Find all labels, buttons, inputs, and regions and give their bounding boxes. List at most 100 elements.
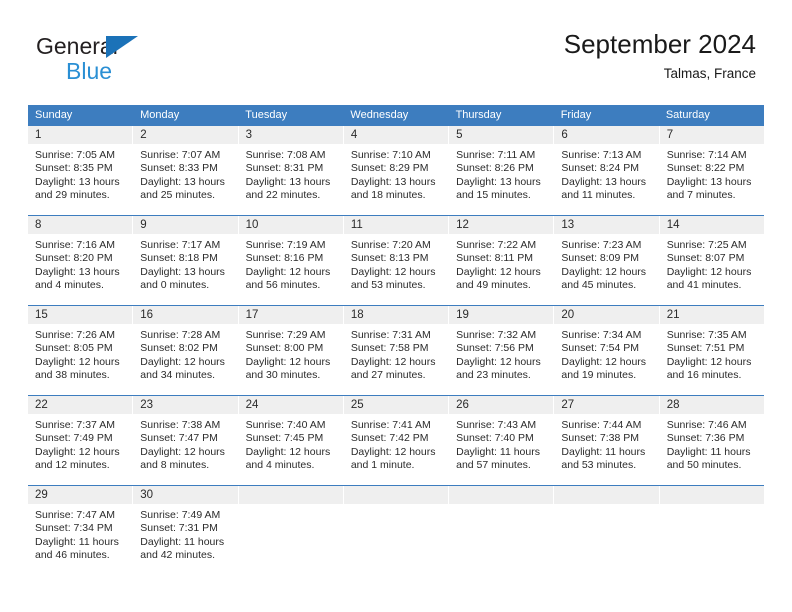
day-number[interactable]: 29	[28, 486, 132, 504]
day-cell[interactable]: Sunrise: 7:26 AM Sunset: 8:05 PM Dayligh…	[28, 324, 132, 395]
sunrise-text: Sunrise: 7:49 AM	[140, 509, 221, 521]
sunset-text: Sunset: 8:29 PM	[350, 162, 429, 175]
day-cell[interactable]: Sunrise: 7:23 AM Sunset: 8:09 PM Dayligh…	[553, 234, 658, 305]
day-cell[interactable]: Sunrise: 7:13 AM Sunset: 8:24 PM Dayligh…	[553, 144, 658, 215]
day-number[interactable]: 22	[28, 396, 132, 414]
sunrise-text: Sunrise: 7:23 AM	[561, 239, 642, 251]
sunset-text: Sunset: 7:36 PM	[666, 432, 745, 445]
daylight-text-line1: Daylight: 11 hours	[140, 535, 225, 548]
day-number[interactable]: 6	[553, 126, 658, 144]
daylight-text-line1: Daylight: 12 hours	[350, 445, 436, 458]
sunset-text: Sunset: 7:45 PM	[245, 432, 324, 445]
daylight-text-line1: Daylight: 12 hours	[140, 355, 225, 368]
daylight-text-line2: and 57 minutes.	[456, 458, 531, 471]
week-daynumber-band: 8 9 10 11 12 13 14	[28, 216, 764, 234]
day-cell[interactable]: Sunrise: 7:41 AM Sunset: 7:42 PM Dayligh…	[342, 414, 448, 485]
sunset-text: Sunset: 8:20 PM	[35, 252, 113, 265]
daylight-text-line2: and 50 minutes.	[666, 458, 742, 471]
day-cell[interactable]: Sunrise: 7:47 AM Sunset: 7:34 PM Dayligh…	[28, 504, 132, 575]
day-number[interactable]: 3	[237, 126, 343, 144]
daylight-text-line2: and 16 minutes.	[666, 368, 742, 381]
day-number[interactable]: 7	[658, 126, 764, 144]
sunset-text: Sunset: 7:51 PM	[666, 342, 745, 355]
day-cell[interactable]: Sunrise: 7:17 AM Sunset: 8:18 PM Dayligh…	[132, 234, 237, 305]
day-number[interactable]: 20	[553, 306, 658, 324]
day-number[interactable]: 18	[342, 306, 448, 324]
daylight-text-line2: and 46 minutes.	[35, 548, 110, 561]
daylight-text-line2: and 18 minutes.	[350, 188, 426, 201]
sunset-text: Sunset: 7:58 PM	[350, 342, 429, 355]
sunset-text: Sunset: 8:02 PM	[140, 342, 218, 355]
day-number[interactable]: 23	[132, 396, 237, 414]
day-cell[interactable]: Sunrise: 7:07 AM Sunset: 8:33 PM Dayligh…	[132, 144, 237, 215]
sunrise-text: Sunrise: 7:43 AM	[456, 419, 537, 431]
day-cell[interactable]: Sunrise: 7:29 AM Sunset: 8:00 PM Dayligh…	[237, 324, 343, 395]
day-cell[interactable]: Sunrise: 7:46 AM Sunset: 7:36 PM Dayligh…	[658, 414, 764, 485]
daylight-text-line1: Daylight: 13 hours	[35, 175, 120, 188]
week-detail-band: Sunrise: 7:47 AM Sunset: 7:34 PM Dayligh…	[28, 504, 764, 575]
day-cell[interactable]: Sunrise: 7:37 AM Sunset: 7:49 PM Dayligh…	[28, 414, 132, 485]
daylight-text-line1: Daylight: 12 hours	[245, 265, 331, 278]
day-cell[interactable]: Sunrise: 7:40 AM Sunset: 7:45 PM Dayligh…	[237, 414, 343, 485]
day-number[interactable]: 16	[132, 306, 237, 324]
daylight-text-line1: Daylight: 12 hours	[245, 445, 331, 458]
day-cell[interactable]: Sunrise: 7:22 AM Sunset: 8:11 PM Dayligh…	[448, 234, 553, 305]
day-cell[interactable]: Sunrise: 7:16 AM Sunset: 8:20 PM Dayligh…	[28, 234, 132, 305]
day-number[interactable]: 4	[342, 126, 448, 144]
day-number[interactable]: 8	[28, 216, 132, 234]
day-number[interactable]: 28	[658, 396, 764, 414]
day-cell[interactable]: Sunrise: 7:20 AM Sunset: 8:13 PM Dayligh…	[342, 234, 448, 305]
day-cell[interactable]: Sunrise: 7:49 AM Sunset: 7:31 PM Dayligh…	[132, 504, 237, 575]
day-cell[interactable]: Sunrise: 7:28 AM Sunset: 8:02 PM Dayligh…	[132, 324, 237, 395]
day-cell[interactable]: Sunrise: 7:19 AM Sunset: 8:16 PM Dayligh…	[237, 234, 343, 305]
sunrise-text: Sunrise: 7:35 AM	[666, 329, 747, 341]
sunrise-text: Sunrise: 7:44 AM	[561, 419, 642, 431]
daylight-text-line1: Daylight: 11 hours	[666, 445, 751, 458]
day-number[interactable]: 21	[658, 306, 764, 324]
sunrise-text: Sunrise: 7:25 AM	[666, 239, 747, 251]
day-cell[interactable]: Sunrise: 7:08 AM Sunset: 8:31 PM Dayligh…	[237, 144, 343, 215]
daylight-text-line1: Daylight: 12 hours	[456, 355, 541, 368]
day-number[interactable]: 5	[448, 126, 553, 144]
week-daynumber-band: 29 30	[28, 486, 764, 504]
sunset-text: Sunset: 7:34 PM	[35, 522, 113, 535]
day-number[interactable]: 10	[237, 216, 343, 234]
day-cell[interactable]: Sunrise: 7:14 AM Sunset: 8:22 PM Dayligh…	[658, 144, 764, 215]
day-cell[interactable]: Sunrise: 7:35 AM Sunset: 7:51 PM Dayligh…	[658, 324, 764, 395]
daylight-text-line1: Daylight: 11 hours	[561, 445, 646, 458]
day-number[interactable]: 2	[132, 126, 237, 144]
day-cell[interactable]: Sunrise: 7:05 AM Sunset: 8:35 PM Dayligh…	[28, 144, 132, 215]
brand-logo[interactable]: General Blue	[36, 33, 266, 93]
day-cell[interactable]: Sunrise: 7:32 AM Sunset: 7:56 PM Dayligh…	[448, 324, 553, 395]
daylight-text-line1: Daylight: 12 hours	[245, 355, 331, 368]
day-number[interactable]: 19	[448, 306, 553, 324]
day-number[interactable]: 15	[28, 306, 132, 324]
day-number[interactable]: 13	[553, 216, 658, 234]
week-row: 8 9 10 11 12 13 14 Sunrise: 7:16 AM Suns…	[28, 215, 764, 305]
day-cell[interactable]: Sunrise: 7:43 AM Sunset: 7:40 PM Dayligh…	[448, 414, 553, 485]
day-number-empty	[342, 486, 448, 504]
daylight-text-line1: Daylight: 12 hours	[35, 355, 120, 368]
day-cell[interactable]: Sunrise: 7:38 AM Sunset: 7:47 PM Dayligh…	[132, 414, 237, 485]
day-number[interactable]: 27	[553, 396, 658, 414]
day-number[interactable]: 26	[448, 396, 553, 414]
day-cell[interactable]: Sunrise: 7:25 AM Sunset: 8:07 PM Dayligh…	[658, 234, 764, 305]
day-number[interactable]: 30	[132, 486, 237, 504]
day-cell[interactable]: Sunrise: 7:10 AM Sunset: 8:29 PM Dayligh…	[342, 144, 448, 215]
daylight-text-line1: Daylight: 12 hours	[350, 355, 436, 368]
day-cell[interactable]: Sunrise: 7:11 AM Sunset: 8:26 PM Dayligh…	[448, 144, 553, 215]
daylight-text-line1: Daylight: 12 hours	[456, 265, 541, 278]
sunrise-text: Sunrise: 7:26 AM	[35, 329, 115, 341]
day-number[interactable]: 14	[658, 216, 764, 234]
day-number[interactable]: 17	[237, 306, 343, 324]
day-number[interactable]: 11	[342, 216, 448, 234]
day-number[interactable]: 12	[448, 216, 553, 234]
day-cell[interactable]: Sunrise: 7:34 AM Sunset: 7:54 PM Dayligh…	[553, 324, 658, 395]
day-number[interactable]: 9	[132, 216, 237, 234]
day-number[interactable]: 25	[342, 396, 448, 414]
day-cell[interactable]: Sunrise: 7:31 AM Sunset: 7:58 PM Dayligh…	[342, 324, 448, 395]
day-cell[interactable]: Sunrise: 7:44 AM Sunset: 7:38 PM Dayligh…	[553, 414, 658, 485]
day-number[interactable]: 1	[28, 126, 132, 144]
day-number[interactable]: 24	[237, 396, 343, 414]
title-block: September 2024 Talmas, France	[564, 28, 756, 82]
